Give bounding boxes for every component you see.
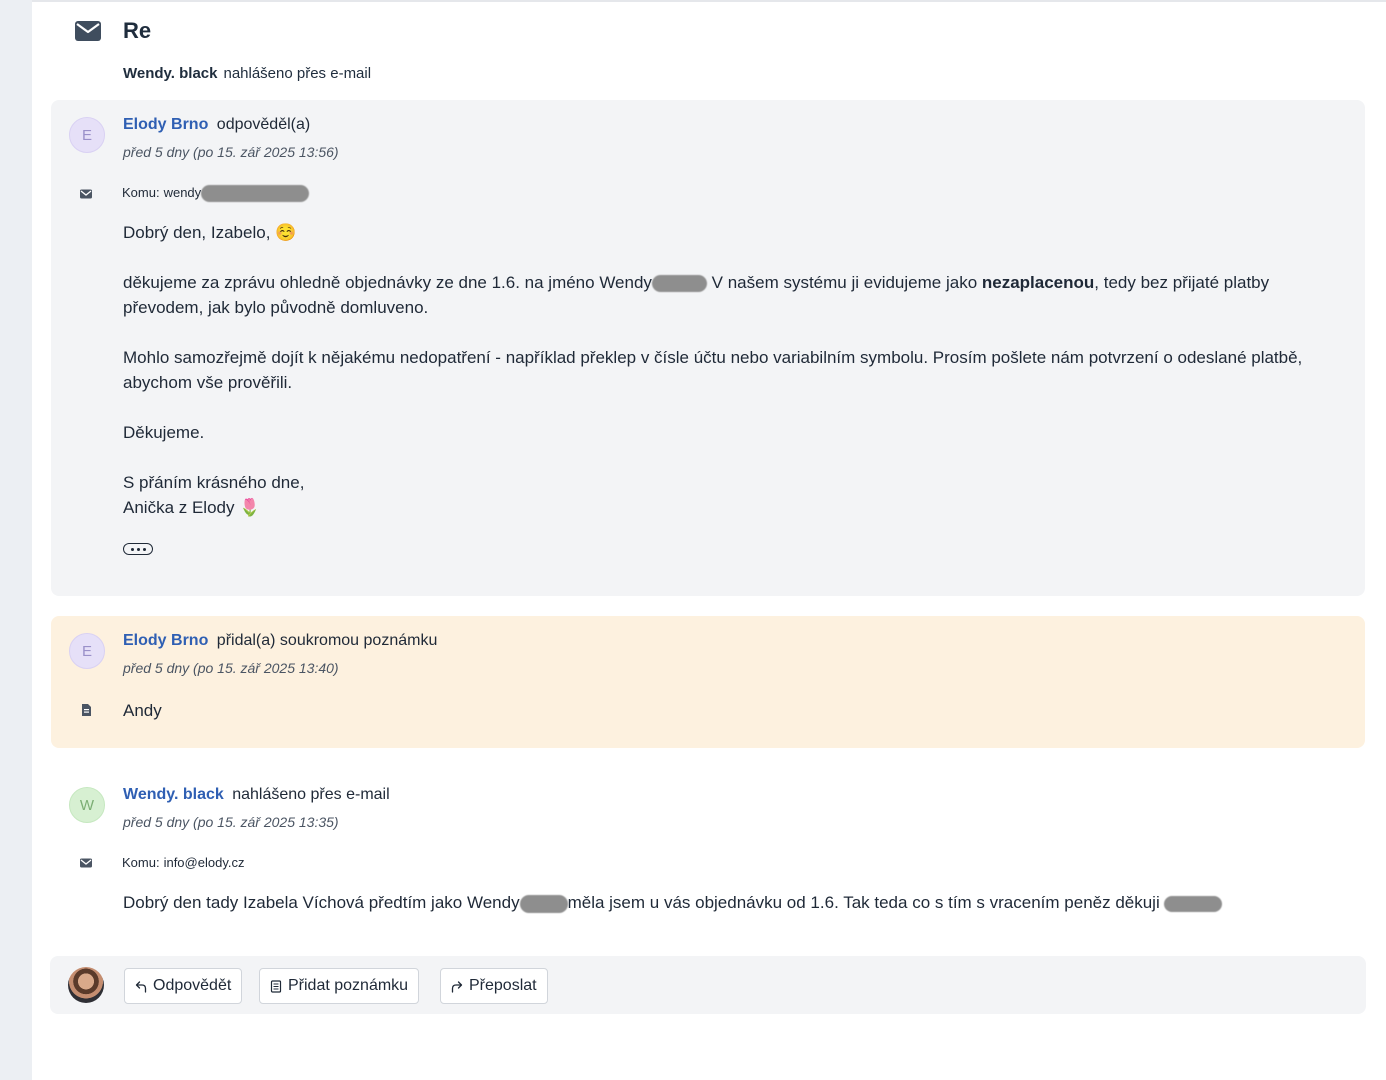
add-note-label: Přidat poznámku — [288, 977, 409, 994]
greeting: Dobrý den, Izabelo, ☺️ — [123, 223, 297, 242]
author-name[interactable]: Elody Brno — [123, 632, 208, 649]
author-action: přidal(a) soukromou poznámku — [216, 632, 438, 649]
recipient-value: wendy — [163, 185, 202, 200]
signature-line: Anička z Elody 🌷 — [123, 498, 261, 517]
recipient-label: Komu: — [122, 185, 160, 200]
avatar: W — [69, 787, 105, 823]
reply-arrow-icon — [135, 980, 147, 993]
add-note-button[interactable]: Přidat poznámku — [259, 968, 420, 1004]
recipient-line: Komu: wendy — [122, 185, 310, 203]
timestamp: před 5 dny (po 15. zář 2025 13:35) — [123, 814, 339, 830]
forward-button[interactable]: Přeposlat — [440, 968, 548, 1004]
ticket-header: Re Wendy. black nahlášeno přes e-mail — [32, 2, 1386, 100]
avatar: E — [69, 117, 105, 153]
message-reply: E Elody Brno odpověděl(a) před 5 dny (po… — [51, 100, 1365, 596]
author-action: nahlášeno přes e-mail — [232, 786, 390, 803]
show-quoted-button[interactable] — [123, 543, 153, 555]
message-original: W Wendy. black nahlášeno přes e-mail pře… — [51, 770, 1365, 930]
author-name[interactable]: Elody Brno — [123, 116, 208, 133]
envelope-icon — [80, 858, 92, 868]
reply-button[interactable]: Odpovědět — [124, 968, 243, 1004]
forward-label: Přeposlat — [469, 977, 537, 994]
message-private-note: E Elody Brno přidal(a) soukromou poznámk… — [51, 616, 1365, 748]
redaction — [1164, 895, 1223, 912]
envelope-icon — [80, 189, 92, 199]
paragraph: děkujeme za zprávu ohledně objednávky ze… — [123, 273, 1270, 317]
reporter-name[interactable]: Wendy. black — [123, 65, 217, 82]
recipient-value: info@elody.cz — [163, 855, 245, 870]
reply-label: Odpovědět — [153, 977, 232, 994]
forward-arrow-icon — [451, 980, 463, 993]
recipient-line: Komu: info@elody.cz — [122, 855, 244, 870]
left-rail — [0, 0, 32, 1080]
recipient-label: Komu: — [122, 855, 160, 870]
redaction — [201, 185, 310, 203]
envelope-icon — [75, 21, 101, 41]
avatar: E — [69, 633, 105, 669]
redaction — [651, 275, 707, 293]
author-line: Elody Brno přidal(a) soukromou poznámku — [123, 632, 437, 650]
ticket-title: Re — [123, 18, 152, 43]
current-user-avatar — [68, 967, 104, 1003]
author-name[interactable]: Wendy. black — [123, 786, 224, 803]
document-icon — [82, 704, 91, 716]
paragraph: Děkujeme. — [123, 423, 205, 442]
reporter-action: nahlášeno přes e-mail — [223, 65, 372, 82]
document-icon — [270, 979, 282, 993]
redaction — [519, 894, 568, 913]
reply-action-bar: Odpovědět Přidat poznámku Přeposlat — [50, 956, 1366, 1014]
author-line: Elody Brno odpověděl(a) — [123, 116, 310, 134]
note-body: Andy — [123, 701, 162, 720]
ticket-thread: Re Wendy. black nahlášeno přes e-mail E E… — [32, 2, 1386, 1080]
paragraph: Mohlo samozřejmě dojít k nějakému nedopa… — [123, 348, 1303, 392]
emphasis: nezaplacenou — [981, 273, 1095, 292]
message-body: Dobrý den, Izabelo, ☺️ děkujeme za zpráv… — [123, 220, 1335, 520]
message-body: Dobrý den tady Izabela Víchová předtím j… — [123, 890, 1223, 915]
signature-line: S přáním krásného dne, — [123, 473, 305, 492]
timestamp: před 5 dny (po 15. zář 2025 13:40) — [123, 660, 339, 676]
author-action: odpověděl(a) — [216, 116, 311, 133]
timestamp: před 5 dny (po 15. zář 2025 13:56) — [123, 144, 339, 160]
reporter-line: Wendy. black nahlášeno přes e-mail — [123, 65, 371, 82]
author-line: Wendy. black nahlášeno přes e-mail — [123, 786, 390, 804]
